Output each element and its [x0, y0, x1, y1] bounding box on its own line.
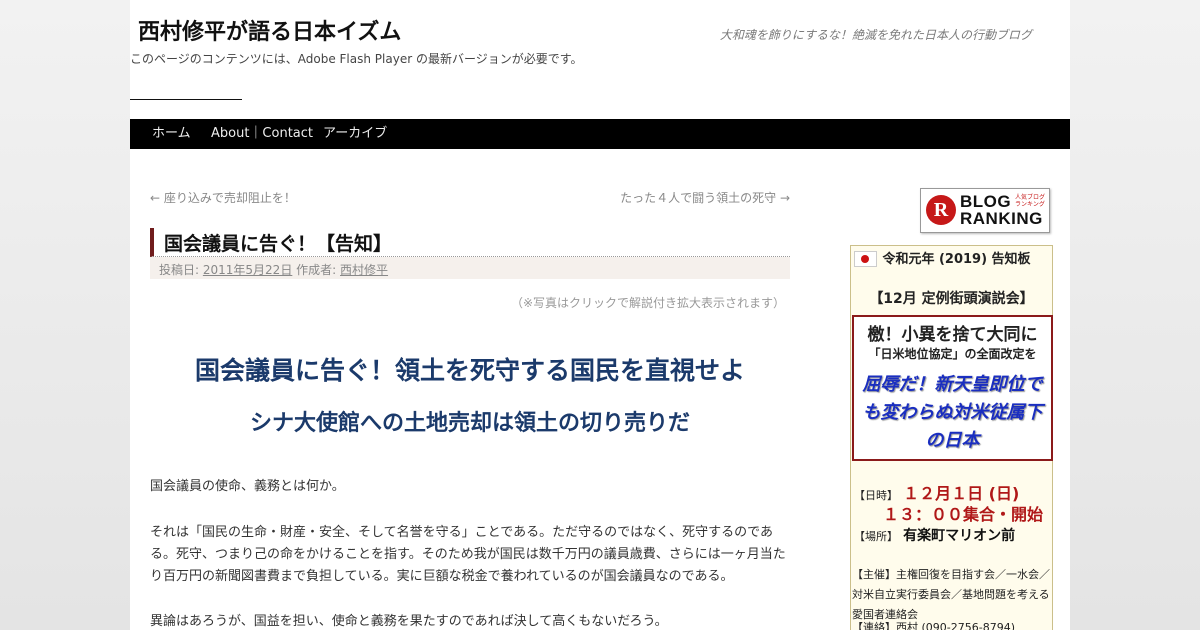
event-slogan: 檄！小異を捨て大同に — [867, 325, 1038, 345]
notice-board-title: 令和元年 (2019) 告知板 — [882, 252, 1031, 267]
ranking-banner-text: RANKING — [960, 209, 1043, 228]
paragraph: 国会議員の使命、義務とは何か。 — [150, 479, 345, 494]
flash-player-notice: このページのコンテンツには、Adobe Flash Player の最新バージョ… — [130, 52, 583, 66]
next-post-link[interactable]: たった４人で闘う領土の死守 → — [620, 189, 790, 206]
nav-item-home[interactable]: ホーム — [152, 119, 191, 149]
main-navigation: ホーム About｜Contact アーカイブ — [130, 119, 1070, 149]
event-time: １３：００集合・開始 — [883, 501, 1043, 525]
event-subslogan: 「日米地位協定」の全面改定を — [868, 347, 1037, 361]
entry-title-bar: 国会議員に告ぐ！【告知】 — [150, 228, 790, 257]
posted-on-label: 投稿日: — [159, 263, 200, 277]
event-place: 【場所】 有楽町マリオン前 — [854, 525, 1015, 545]
site-description: 大和魂を飾りにするな！絶滅を免れた日本人の行動ブログ — [719, 28, 1032, 42]
blog-ranking-banner[interactable]: R BLOG RANKING 人気ブログランキング — [920, 188, 1050, 233]
headline-primary: 国会議員に告ぐ！領土を死守する国民を直視せよ — [194, 356, 745, 385]
event-title: 【12月 定例街頭演説会】 — [869, 291, 1034, 307]
event-banner[interactable]: 檄！小異を捨て大同に 「日米地位協定」の全面改定を 屈辱だ！新天皇即位でも変わら… — [852, 315, 1053, 461]
notice-board-widget: 令和元年 (2019) 告知板 【12月 定例街頭演説会】 檄！小異を捨て大同に… — [850, 245, 1053, 630]
previous-post-link[interactable]: ← 座り込みで売却阻止を！ — [150, 189, 296, 206]
event-theme: 屈辱だ！新天皇即位でも変わらぬ対米従属下の日本 — [862, 374, 1043, 451]
header-divider — [130, 99, 242, 100]
post-date-link[interactable]: 2011年5月22日 — [203, 263, 292, 277]
event-organizers: 【主催】主権回復を目指す会／一水会／対米自立実行委員会／基地問題を考える愛国者連… — [852, 568, 1050, 621]
photo-note: （※写真はクリックで解説付き拡大表示されます） — [510, 296, 785, 310]
place-value: 有楽町マリオン前 — [903, 528, 1016, 544]
place-label: 【場所】 — [854, 530, 898, 543]
headline-secondary: シナ大使館への土地売却は領土の切り売りだ — [249, 411, 690, 436]
nav-item-about-contact[interactable]: About｜Contact — [211, 119, 313, 149]
entry-meta: 投稿日: 2011年5月22日 作成者: 西村修平 — [150, 257, 790, 279]
author-label: 作成者: — [296, 263, 337, 277]
nav-item-archive[interactable]: アーカイブ — [323, 119, 387, 149]
entry-title[interactable]: 国会議員に告ぐ！【告知】 — [164, 229, 392, 256]
time-value: １３：００集合・開始 — [883, 505, 1044, 524]
page-container: 西村修平が語る日本イズム 大和魂を飾りにするな！絶滅を免れた日本人の行動ブログ … — [130, 0, 1070, 630]
ranking-banner-small-text: 人気ブログランキング — [1015, 194, 1046, 208]
paragraph: それは「国民の生命・財産・安全、そして名誉を守る」ことである。ただ守るのではなく… — [150, 525, 786, 584]
paragraph: 異論はあろうが、国益を担い、使命と義務を果たすのであれば決して高くもないだろう。 — [150, 614, 668, 629]
site-title[interactable]: 西村修平が語る日本イズム — [138, 14, 401, 46]
author-link[interactable]: 西村修平 — [340, 263, 388, 277]
ranking-logo-icon: R — [926, 195, 956, 225]
event-contact: 【連絡】西村 (090-2756-8794) — [852, 621, 1016, 630]
